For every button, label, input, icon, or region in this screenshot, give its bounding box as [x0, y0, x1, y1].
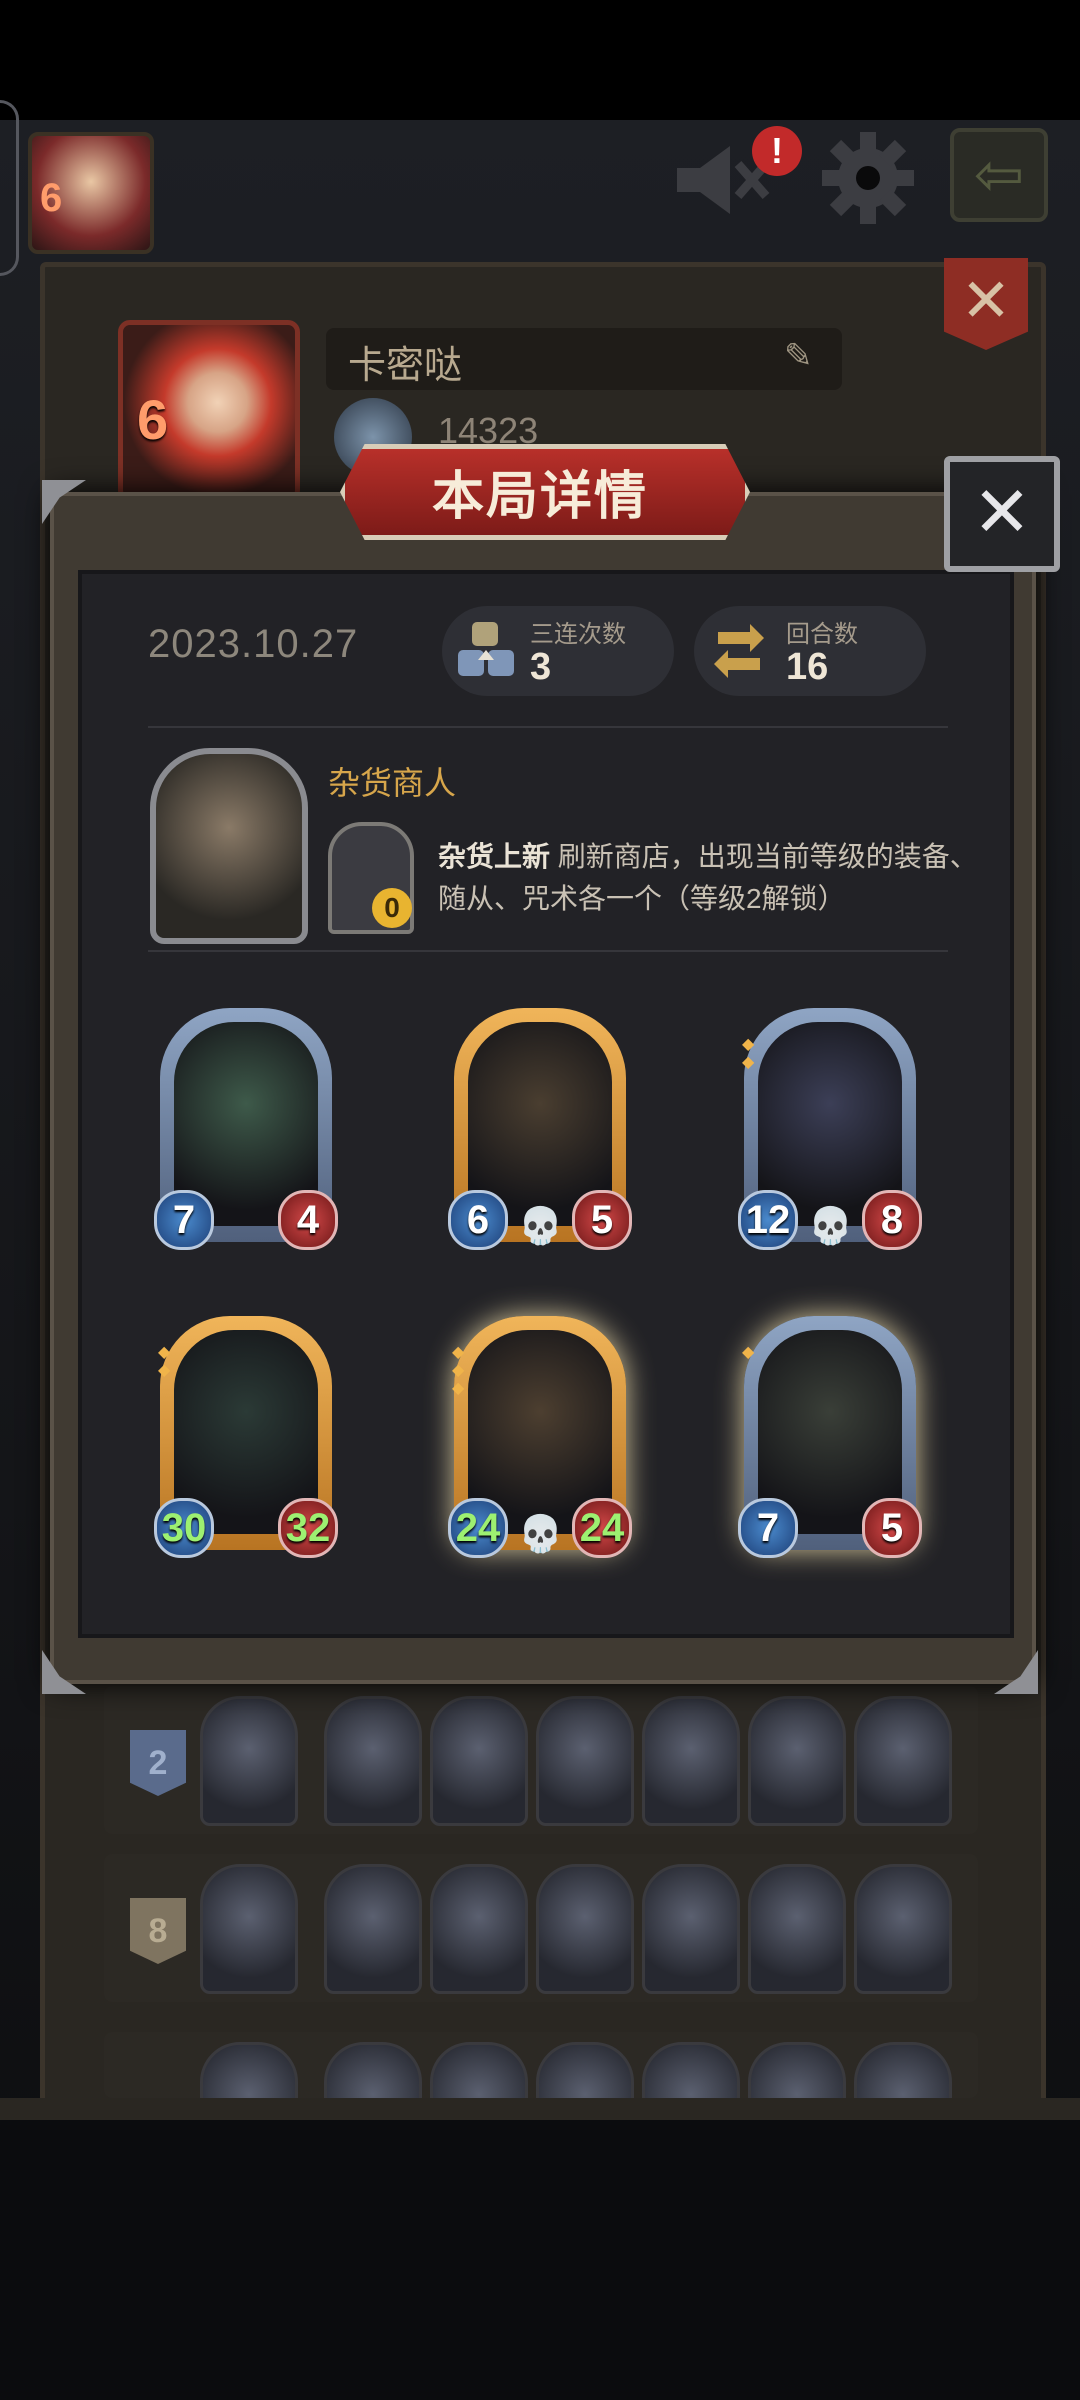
history-rank-badge: 8: [130, 1898, 186, 1964]
star-pips-icon: ◆: [742, 1344, 755, 1361]
profile-level: 6: [137, 388, 169, 451]
minion-health: 5: [862, 1498, 922, 1558]
floor-background: [0, 2120, 1080, 2400]
player-level: 6: [40, 176, 63, 220]
minion-attack: 7: [154, 1190, 214, 1250]
exit-button[interactable]: ⇦: [950, 128, 1048, 222]
minion-health: 4: [278, 1190, 338, 1250]
history-minion-thumb: [324, 1696, 422, 1826]
minion-attack: 7: [738, 1498, 798, 1558]
history-row[interactable]: 8: [104, 1854, 978, 2002]
round-cycle-icon: [710, 622, 768, 680]
history-minion-thumb: [854, 1864, 952, 1994]
star-pips-icon: ◆ ◆: [742, 1036, 755, 1071]
skill-cost-coin: 0: [372, 888, 412, 928]
dialog-title: 本局详情: [431, 468, 648, 526]
minion-card[interactable]: ◆ 7 5: [738, 1316, 922, 1558]
minion-attack: 12: [738, 1190, 798, 1250]
dialog-close-button[interactable]: ✕: [944, 456, 1060, 572]
profile-close-button[interactable]: ✕: [944, 258, 1028, 350]
minion-attack: 24: [448, 1498, 508, 1558]
gear-icon[interactable]: [818, 128, 918, 228]
skull-icon: 💀: [518, 1513, 563, 1554]
triple-count-pill: 三连次数 3: [442, 606, 674, 696]
minion-health: 32: [278, 1498, 338, 1558]
minion-card[interactable]: ◆ ◆ ◆ 💀 24 24: [448, 1316, 632, 1558]
exit-arrow-icon: ⇦: [973, 141, 1025, 208]
close-icon: ✕: [960, 267, 1012, 334]
history-minion-thumb: [536, 1696, 634, 1826]
history-minion-thumb: [536, 1864, 634, 1994]
minion-attack: 6: [448, 1190, 508, 1250]
match-date: 2023.10.27: [148, 622, 359, 666]
minion-card[interactable]: ◆ ◆ 30 32: [154, 1316, 338, 1558]
minion-health: 8: [862, 1190, 922, 1250]
edit-pencil-icon[interactable]: ✎: [784, 336, 813, 376]
skill-description: 杂货上新 刷新商店，出现当前等级的装备、随从、咒术各一个（等级2解锁）: [438, 836, 978, 920]
history-minion-thumb: [430, 1696, 528, 1826]
skull-icon: 💀: [808, 1205, 853, 1246]
history-hero-thumb: [200, 1696, 298, 1826]
history-rank-badge: 2: [130, 1730, 186, 1796]
round-count-pill: 回合数 16: [694, 606, 926, 696]
top-bar-background: [0, 0, 1080, 120]
history-row[interactable]: [104, 2032, 978, 2172]
alert-badge: !: [752, 126, 802, 176]
history-minion-thumb: [854, 1696, 952, 1826]
profile-avatar[interactable]: 6: [118, 320, 300, 502]
skull-icon: 💀: [518, 1205, 563, 1246]
divider: [148, 726, 948, 728]
merchant-portrait[interactable]: [150, 748, 308, 944]
minion-health: 24: [572, 1498, 632, 1558]
triple-count-value: 3: [530, 646, 552, 688]
merchant-name: 杂货商人: [328, 765, 457, 801]
minion-attack: 30: [154, 1498, 214, 1558]
player-name: 卡密哒: [348, 345, 463, 387]
star-pips-icon: ◆ ◆: [158, 1344, 171, 1379]
history-minion-thumb: [324, 1864, 422, 1994]
close-icon: ✕: [972, 473, 1032, 551]
history-minion-thumb: [748, 1864, 846, 1994]
side-drawer-handle[interactable]: [0, 100, 19, 276]
history-minion-thumb: [430, 1864, 528, 1994]
history-row[interactable]: 2: [104, 1686, 978, 1834]
triple-count-label: 三连次数: [530, 621, 626, 648]
minion-card[interactable]: 💀 6 5: [448, 1008, 632, 1250]
round-count-label: 回合数: [786, 621, 858, 648]
history-minion-thumb: [642, 1696, 740, 1826]
minion-health: 5: [572, 1190, 632, 1250]
triple-stack-icon: [456, 620, 516, 682]
divider: [148, 950, 948, 952]
history-minion-thumb: [748, 1696, 846, 1826]
player-mini-avatar[interactable]: 6: [28, 132, 154, 254]
minion-card[interactable]: 7 4: [154, 1008, 338, 1250]
skill-name: 杂货上新: [438, 841, 551, 872]
history-hero-thumb: [200, 1864, 298, 1994]
minion-card[interactable]: ◆ ◆ 💀 12 8: [738, 1008, 922, 1250]
star-pips-icon: ◆ ◆ ◆: [452, 1344, 465, 1397]
round-count-value: 16: [786, 646, 829, 688]
history-minion-thumb: [642, 1864, 740, 1994]
